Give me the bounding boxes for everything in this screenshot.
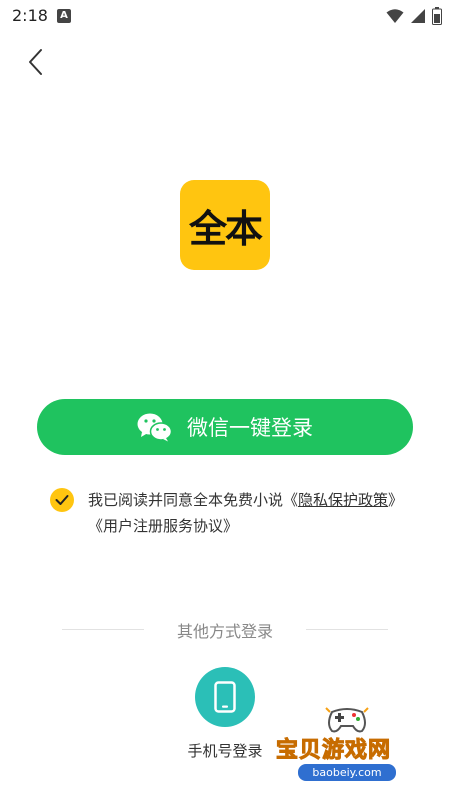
agreement-suffix: 》 [223,517,239,535]
agree-checkbox[interactable] [50,488,74,512]
a-letter-icon: A [57,9,71,23]
phone-icon [214,681,236,713]
status-bar: 2:18 A [0,0,450,32]
status-icons [386,6,442,26]
other-methods-title: 其他方式登录 [176,622,273,641]
wifi-icon [386,9,404,23]
terms-link[interactable]: 用户注册服务协议 [103,517,223,535]
wechat-login-button[interactable]: 微信一键登录 [37,399,413,455]
phone-login-button[interactable] [195,667,255,727]
wechat-login-label: 微信一键登录 [187,416,313,440]
back-button[interactable] [20,44,50,80]
app-logo: 全本 [180,180,270,270]
watermark-url: baobeiy.com [298,764,396,781]
agreement-prefix: 我已阅读并同意全本免费小说《 [88,491,299,509]
agreement-text: 我已阅读并同意全本免费小说《隐私保护政策》《用户注册服务协议》 [88,487,408,539]
status-time: 2:18 [12,6,48,25]
chevron-left-icon [29,49,42,75]
watermark-title: 宝贝游戏网 [275,738,392,764]
check-icon [55,495,69,505]
gamepad-icon [325,707,369,733]
battery-icon [432,7,442,25]
privacy-policy-link[interactable]: 隐私保护政策 [298,491,388,509]
watermark: 宝贝游戏网 baobeiy.com [272,700,422,792]
wechat-icon [137,413,173,442]
signal-icon [411,9,425,23]
logo-text: 全本 [188,206,263,251]
